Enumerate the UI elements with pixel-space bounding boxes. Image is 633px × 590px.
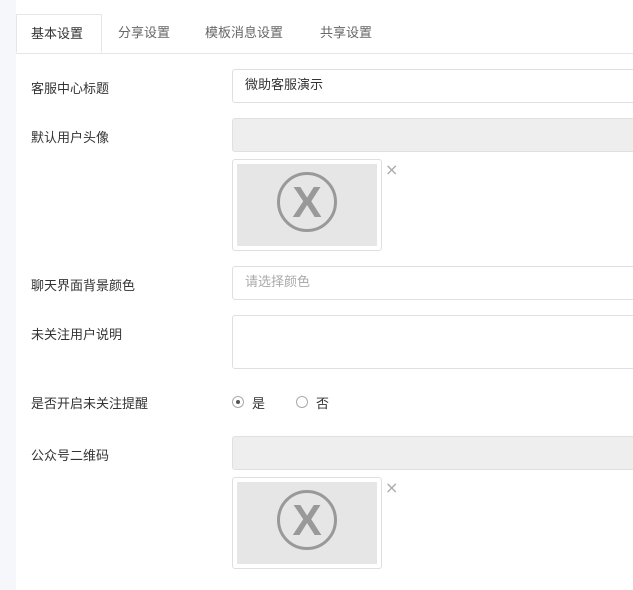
tab-basic-settings[interactable]: 基本设置 [16,14,102,53]
remind-no-radio[interactable] [296,396,308,408]
tab-bar: 基本设置 分享设置 模板消息设置 共享设置 [16,14,633,54]
avatar-url-input[interactable] [232,118,633,152]
svg-text:X: X [292,178,321,227]
remove-qrcode-icon[interactable]: × [385,480,398,496]
avatar-preview: X [232,159,382,251]
svg-text:X: X [292,496,321,545]
remind-label: 是否开启未关注提醒 [31,397,149,412]
qrcode-url-input[interactable] [232,436,633,470]
broken-image-x-icon: X [277,490,337,550]
remove-avatar-icon[interactable]: × [385,162,398,178]
title-label: 客服中心标题 [31,82,110,97]
tab-share-settings[interactable]: 分享设置 [118,14,170,53]
title-input[interactable]: 微助客服演示 [232,69,633,103]
qrcode-label: 公众号二维码 [31,449,110,464]
unfollow-desc-label: 未关注用户说明 [31,328,123,343]
remind-yes-radio[interactable] [232,396,244,408]
unfollow-desc-textarea[interactable] [232,315,633,369]
avatar-label: 默认用户头像 [31,131,110,146]
broken-image-x-icon: X [277,172,337,232]
tab-shared-settings[interactable]: 共享设置 [320,14,372,53]
qrcode-preview: X [232,477,382,569]
remind-yes-label[interactable]: 是 [252,393,265,412]
tab-template-message-settings[interactable]: 模板消息设置 [205,14,283,53]
bgcolor-label: 聊天界面背景颜色 [31,279,136,294]
remind-no-label[interactable]: 否 [316,393,329,412]
bgcolor-input[interactable]: 请选择颜色 [232,266,633,300]
settings-panel: 基本设置 分享设置 模板消息设置 共享设置 客服中心标题 微助客服演示 默认用户… [16,0,633,590]
